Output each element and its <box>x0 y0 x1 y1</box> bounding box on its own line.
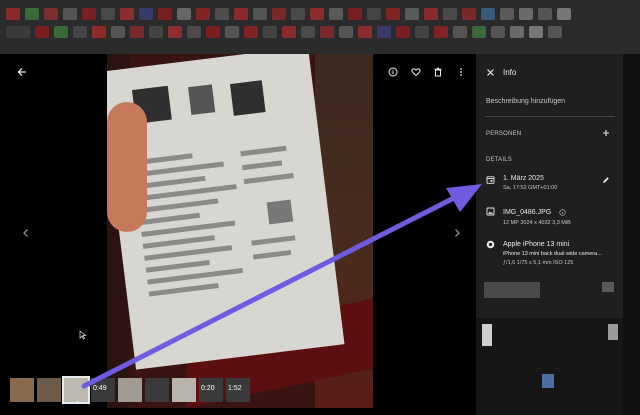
camera-lens: iPhone 13 mini back dual wide camera... <box>503 251 602 257</box>
date-value: 1. März 2025 <box>503 175 544 182</box>
info-panel: Info Beschreibung hinzufügen PERSONEN DE… <box>476 54 623 415</box>
blurred-tabs <box>6 8 634 20</box>
blurred-icon <box>602 282 614 292</box>
info-panel-title: Info <box>503 68 517 77</box>
video-duration: 1:52 <box>228 385 242 392</box>
blurred-location <box>484 282 540 298</box>
camera-exposure: ƒ/1,6 1/75 s 5,1 mm ISO 125 <box>503 260 574 266</box>
blurred-map-detail <box>608 324 618 340</box>
photo <box>107 54 373 408</box>
map-marker <box>542 374 554 388</box>
blurred-toolbar <box>6 26 634 38</box>
trash-icon <box>434 67 442 77</box>
blurred-map-detail <box>482 324 492 346</box>
thumbnail[interactable] <box>118 378 142 402</box>
thumbnail[interactable] <box>37 378 61 402</box>
mouse-cursor-icon <box>73 325 93 345</box>
browser-tab-bar <box>0 0 640 54</box>
info-button[interactable] <box>383 62 403 82</box>
file-name: IMG_0486.JPG <box>503 209 552 216</box>
arrow-left-icon <box>17 68 26 76</box>
add-person-button[interactable] <box>601 129 611 139</box>
next-photo-button[interactable] <box>447 223 467 243</box>
thumbnail-video[interactable]: 0:49 <box>91 378 115 402</box>
thumbnail[interactable] <box>172 378 196 402</box>
plus-icon <box>603 130 609 136</box>
image-icon <box>485 207 495 217</box>
thumbnail[interactable] <box>10 378 34 402</box>
photo-viewer: 0:49 0:20 1:52 <box>0 54 476 415</box>
current-position-dot <box>76 401 79 404</box>
delete-button[interactable] <box>428 62 448 82</box>
thumbnail-video[interactable]: 0:20 <box>199 378 223 402</box>
favorite-button[interactable] <box>406 62 426 82</box>
close-info-button[interactable] <box>480 62 500 82</box>
camera-aperture-icon <box>485 240 495 250</box>
heart-icon <box>411 68 421 77</box>
back-button[interactable] <box>12 62 32 82</box>
date-subtext: Sa, 17:52 GMT+01:00 <box>503 185 558 191</box>
video-duration: 0:20 <box>201 385 215 392</box>
chevron-right-icon <box>455 229 460 237</box>
calendar-icon <box>485 175 495 185</box>
info-icon <box>388 67 398 77</box>
camera-model: Apple iPhone 13 mini <box>503 241 570 248</box>
thumbnail-strip: 0:49 0:20 1:52 <box>10 376 250 404</box>
previous-photo-button[interactable] <box>16 223 36 243</box>
pencil-icon <box>603 177 609 183</box>
persons-header: PERSONEN <box>486 131 522 137</box>
thumbnail-video[interactable]: 1:52 <box>226 378 250 402</box>
details-header: DETAILS <box>486 157 512 163</box>
description-input[interactable]: Beschreibung hinzufügen <box>486 98 565 105</box>
edit-date-button[interactable] <box>601 176 611 186</box>
file-details: 12 MP 3024 x 4032 3,3 MiB <box>503 220 571 226</box>
video-duration: 0:49 <box>93 385 107 392</box>
scrollbar[interactable] <box>623 54 640 415</box>
thumbnail[interactable] <box>145 378 169 402</box>
more-options-button[interactable] <box>451 62 471 82</box>
blurred-map <box>476 318 623 415</box>
chevron-left-icon <box>23 229 28 237</box>
divider <box>485 116 615 117</box>
more-vert-icon <box>460 68 462 76</box>
thumbnail-selected[interactable] <box>62 376 90 404</box>
close-icon <box>486 68 494 76</box>
info-outline-icon <box>557 208 567 218</box>
